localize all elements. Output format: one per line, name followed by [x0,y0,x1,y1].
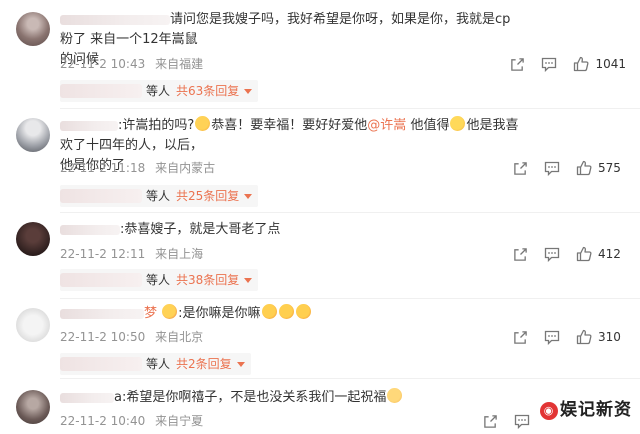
username-blurred[interactable] [60,14,170,25]
reply-avatars-blurred [60,84,142,98]
avatar[interactable] [16,222,50,256]
reply-count[interactable]: 共38条回复 [176,269,239,291]
thumbs-up-icon[interactable] [576,246,592,262]
timestamp: 22-11-2 10:40 [60,414,146,428]
kiss-emoji-icon [261,304,277,319]
username-blurred[interactable] [60,120,118,131]
replies-summary[interactable]: 等人 共2条回复 [60,353,251,375]
divider [60,298,640,299]
share-icon[interactable] [509,56,525,72]
comment-icon[interactable] [544,160,560,176]
chevron-down-icon[interactable] [244,194,253,199]
kiss-emoji-icon [278,304,294,319]
timestamp: 22-11-2 11:18 [60,161,146,175]
comment-actions [466,412,530,430]
timestamp: 22-11-2 10:43 [60,57,146,71]
comment-meta: 22-11-2 10:43 来自福建 [60,55,209,73]
share-icon[interactable] [482,413,498,429]
username-blurred[interactable] [60,224,120,235]
avatar[interactable] [16,308,50,342]
like-count: 1041 [595,57,626,71]
divider [60,108,640,109]
reply-avatars-blurred [60,273,142,287]
chevron-down-icon[interactable] [236,362,245,367]
replies-label: 等人 [146,273,171,287]
like-count: 310 [598,330,621,344]
reply-count[interactable]: 共63条回复 [176,80,239,102]
comment-icon[interactable] [544,246,560,262]
comment-icon[interactable] [514,413,530,429]
thumbs-up-icon[interactable] [576,160,592,176]
comment-actions: 575 [496,159,626,177]
mention-link[interactable]: @许嵩 [367,118,406,133]
like-count: 412 [598,247,621,261]
share-icon[interactable] [512,246,528,262]
like-count: 575 [598,161,621,175]
comment-text: a:希望是你啊禧子，不是也没关系我们一起祝福 [60,388,520,408]
replies-summary[interactable]: 等人 共25条回复 [60,185,259,207]
comment-text: 梦 :是你嘛是你嘛 [60,304,520,324]
location: 来自宁夏 [155,414,204,428]
thumbs-up-icon[interactable] [576,329,592,345]
comment-meta: 22-11-2 11:18 来自内蒙古 [60,159,221,177]
location: 来自福建 [155,57,204,71]
heart-eyes-emoji-icon [162,304,178,319]
comment-actions: 310 [496,328,626,346]
reply-count[interactable]: 共25条回复 [176,185,239,207]
comment-icon[interactable] [544,329,560,345]
avatar[interactable] [16,12,50,46]
replies-label: 等人 [146,357,171,371]
username-blurred[interactable] [60,392,114,403]
comment-meta: 22-11-2 10:50 来自北京 [60,328,209,346]
chevron-down-icon[interactable] [244,278,253,283]
watermark: ◉ 娱记新资 [540,395,632,420]
share-icon[interactable] [512,329,528,345]
comment-text: :恭喜嫂子，就是大哥老了点 [60,220,520,240]
cheer-emoji-icon [195,116,211,131]
comment-icon[interactable] [541,56,557,72]
divider [60,212,640,213]
chevron-down-icon[interactable] [244,89,253,94]
comment-meta: 22-11-2 12:11 来自上海 [60,245,209,263]
comment-actions: 412 [496,245,626,263]
comment-meta: 22-11-2 10:40 来自宁夏 [60,412,209,430]
watermark-logo-icon: ◉ [540,402,558,420]
replies-summary[interactable]: 等人 共63条回复 [60,80,259,102]
replies-label: 等人 [146,189,171,203]
timestamp: 22-11-2 12:11 [60,247,146,261]
share-icon[interactable] [512,160,528,176]
cry-emoji-icon [450,116,466,131]
kiss-emoji-icon [295,304,311,319]
location: 来自内蒙古 [155,161,216,175]
divider [60,378,640,379]
reply-count[interactable]: 共2条回复 [176,353,232,375]
location: 来自上海 [155,247,204,261]
replies-label: 等人 [146,84,171,98]
fox-emoji-icon [387,388,403,403]
avatar[interactable] [16,390,50,424]
comment-actions: 1041 [493,55,626,73]
timestamp: 22-11-2 10:50 [60,330,146,344]
reply-avatars-blurred [60,357,142,371]
reply-avatars-blurred [60,189,142,203]
avatar[interactable] [16,118,50,152]
thumbs-up-icon[interactable] [573,56,589,72]
replies-summary[interactable]: 等人 共38条回复 [60,269,259,291]
location: 来自北京 [155,330,204,344]
username-blurred[interactable] [60,308,144,319]
